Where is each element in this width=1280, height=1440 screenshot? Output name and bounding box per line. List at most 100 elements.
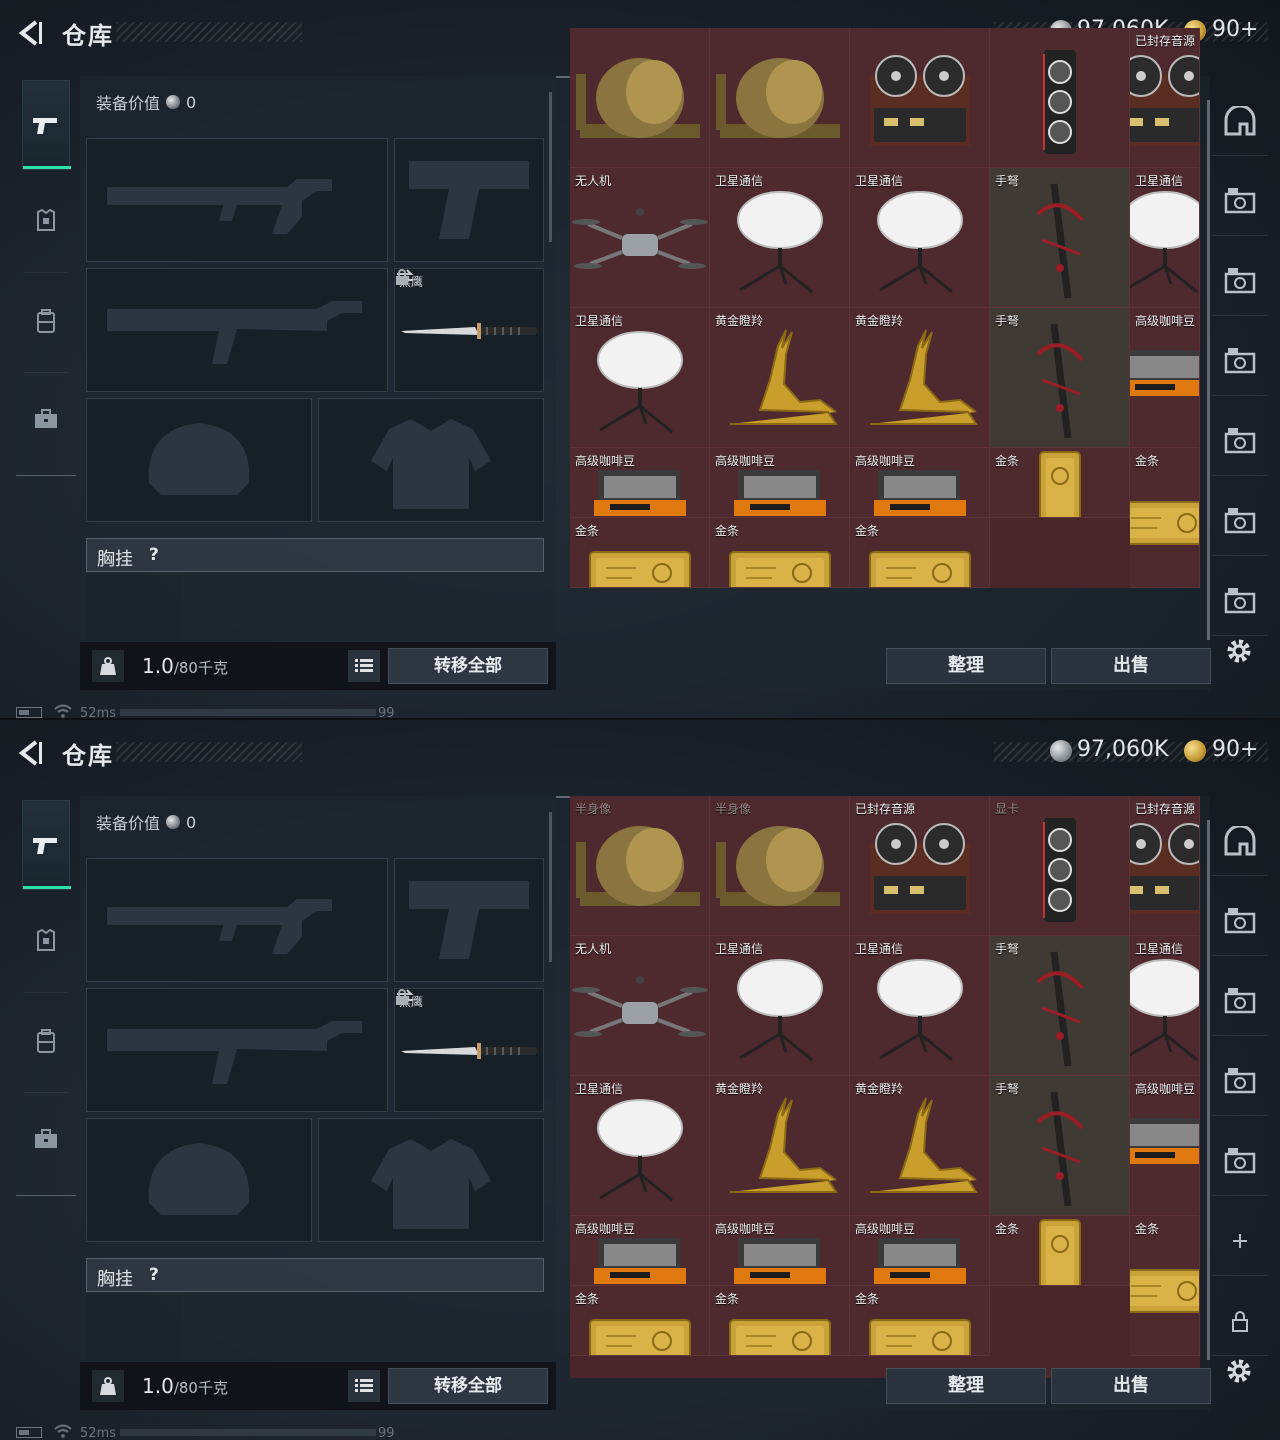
storage-item[interactable]: 卫星通信	[1130, 936, 1200, 1076]
storage-item[interactable]: 卫星通信	[570, 308, 710, 448]
storage-page-1[interactable]	[1212, 806, 1268, 876]
pistol-slot[interactable]	[394, 138, 544, 262]
storage-item[interactable]: 金条	[990, 448, 1130, 518]
storage-item[interactable]: 卫星通信	[850, 168, 990, 308]
equipment-scrollbar[interactable]	[549, 92, 552, 242]
storage-item[interactable]: 金条	[710, 518, 850, 588]
storage-item[interactable]: 卫星通信	[710, 168, 850, 308]
gold-amount[interactable]: 90+	[1212, 737, 1258, 762]
storage-page-7[interactable]	[1212, 566, 1268, 636]
equipment-scrollbar[interactable]	[549, 812, 552, 962]
storage-item[interactable]: 金条	[850, 518, 990, 588]
list-view-button[interactable]	[348, 1370, 380, 1402]
storage-item[interactable]	[990, 28, 1130, 168]
back-arrow-icon[interactable]	[14, 736, 48, 770]
tab-armor[interactable]	[22, 896, 70, 986]
storage-item[interactable]: 高级咖啡豆	[1130, 1076, 1200, 1216]
secondary-weapon-slot[interactable]	[86, 988, 388, 1112]
melee-slot[interactable]: 黑鹰	[394, 988, 544, 1112]
storage-page-3[interactable]	[1212, 246, 1268, 316]
storage-item[interactable]: 手弩	[990, 1076, 1130, 1216]
storage-item[interactable]: 金条	[1130, 1216, 1200, 1356]
storage-page-5[interactable]	[1212, 406, 1268, 476]
sort-button[interactable]: 整理	[886, 648, 1046, 684]
storage-item[interactable]: 黄金瞪羚	[850, 1076, 990, 1216]
storage-item[interactable]: 高级咖啡豆	[710, 448, 850, 518]
chest-rig-slot[interactable]	[86, 1294, 182, 1360]
storage-page-2[interactable]	[1212, 166, 1268, 236]
list-view-button[interactable]	[348, 650, 380, 682]
storage-item[interactable]: 高级咖啡豆	[710, 1216, 850, 1286]
storage-page-1[interactable]	[1212, 86, 1268, 156]
storage-page-6[interactable]	[1212, 486, 1268, 556]
helmet-slot[interactable]	[86, 1118, 312, 1242]
melee-slot[interactable]: 黑鹰	[394, 268, 544, 392]
storage-item[interactable]: 高级咖啡豆	[570, 1216, 710, 1286]
tab-weapons[interactable]	[22, 80, 71, 170]
storage-item[interactable]: 金条	[990, 1216, 1130, 1286]
storage-item[interactable]: 卫星通信	[1130, 168, 1200, 308]
storage-item[interactable]: 无人机	[570, 936, 710, 1076]
storage-item[interactable]: 黄金瞪羚	[850, 308, 990, 448]
storage-item[interactable]: 金条	[850, 1286, 990, 1356]
tab-weapons[interactable]	[22, 800, 71, 890]
chest-rig-slot[interactable]	[86, 574, 182, 640]
storage-item[interactable]: 已封存音源	[1130, 28, 1200, 168]
storage-item[interactable]: 手弩	[990, 168, 1130, 308]
storage-item[interactable]: 黄金瞪羚	[710, 1076, 850, 1216]
primary-weapon-slot[interactable]	[86, 138, 388, 262]
storage-item[interactable]: 无人机	[570, 168, 710, 308]
storage-item[interactable]: 卫星通信	[570, 1076, 710, 1216]
gear-icon[interactable]	[1222, 634, 1256, 668]
storage-item[interactable]	[570, 28, 710, 168]
storage-page-4[interactable]	[1212, 1046, 1268, 1116]
storage-item[interactable]: 已封存音源	[850, 796, 990, 936]
storage-item[interactable]: 金条	[570, 1286, 710, 1356]
chest-rig-header[interactable]: 胸挂 ?	[86, 538, 544, 572]
storage-item[interactable]: 手弩	[990, 936, 1130, 1076]
storage-item[interactable]: 黄金瞪羚	[710, 308, 850, 448]
storage-page-5[interactable]	[1212, 1126, 1268, 1196]
gear-icon[interactable]	[1222, 1354, 1256, 1388]
storage-scrollbar[interactable]	[1207, 820, 1210, 1360]
storage-item[interactable]: 金条	[710, 1286, 850, 1356]
secondary-weapon-slot[interactable]	[86, 268, 388, 392]
storage-item[interactable]: 手弩	[990, 308, 1130, 448]
tab-backpack[interactable]	[22, 996, 70, 1086]
pistol-slot[interactable]	[394, 858, 544, 982]
gold-amount[interactable]: 90+	[1212, 17, 1258, 42]
help-icon[interactable]: ?	[149, 545, 159, 565]
storage-item[interactable]: 卫星通信	[710, 936, 850, 1076]
storage-item[interactable]	[710, 28, 850, 168]
tab-case[interactable]	[22, 1094, 70, 1184]
storage-item[interactable]: 金条	[570, 518, 710, 588]
sell-button[interactable]: 出售	[1051, 648, 1211, 684]
storage-item[interactable]: 半身像	[570, 796, 710, 936]
storage-item[interactable]: 卫星通信	[850, 936, 990, 1076]
sell-button[interactable]: 出售	[1051, 1368, 1211, 1404]
storage-item[interactable]: 已封存音源	[1130, 796, 1200, 936]
helmet-slot[interactable]	[86, 398, 312, 522]
primary-weapon-slot[interactable]	[86, 858, 388, 982]
tab-backpack[interactable]	[22, 276, 70, 366]
body-armor-slot[interactable]	[318, 1118, 544, 1242]
tab-armor[interactable]	[22, 176, 70, 266]
storage-page-7[interactable]	[1212, 1286, 1268, 1356]
storage-page-3[interactable]	[1212, 966, 1268, 1036]
storage-item[interactable]: 高级咖啡豆	[850, 448, 990, 518]
sort-button[interactable]: 整理	[886, 1368, 1046, 1404]
tab-case[interactable]	[22, 374, 70, 464]
storage-page-6[interactable]	[1212, 1206, 1268, 1276]
storage-page-2[interactable]	[1212, 886, 1268, 956]
storage-item[interactable]: 高级咖啡豆	[570, 448, 710, 518]
storage-item[interactable]: 半身像	[710, 796, 850, 936]
transfer-all-button[interactable]: 转移全部	[388, 648, 548, 684]
chest-rig-header[interactable]: 胸挂 ?	[86, 1258, 544, 1292]
silver-amount[interactable]: 97,060K	[1077, 737, 1168, 762]
back-arrow-icon[interactable]	[14, 16, 48, 50]
storage-item[interactable]: 金条	[1130, 448, 1200, 588]
storage-item[interactable]: 高级咖啡豆	[850, 1216, 990, 1286]
transfer-all-button[interactable]: 转移全部	[388, 1368, 548, 1404]
body-armor-slot[interactable]	[318, 398, 544, 522]
storage-item[interactable]: 显卡	[990, 796, 1130, 936]
